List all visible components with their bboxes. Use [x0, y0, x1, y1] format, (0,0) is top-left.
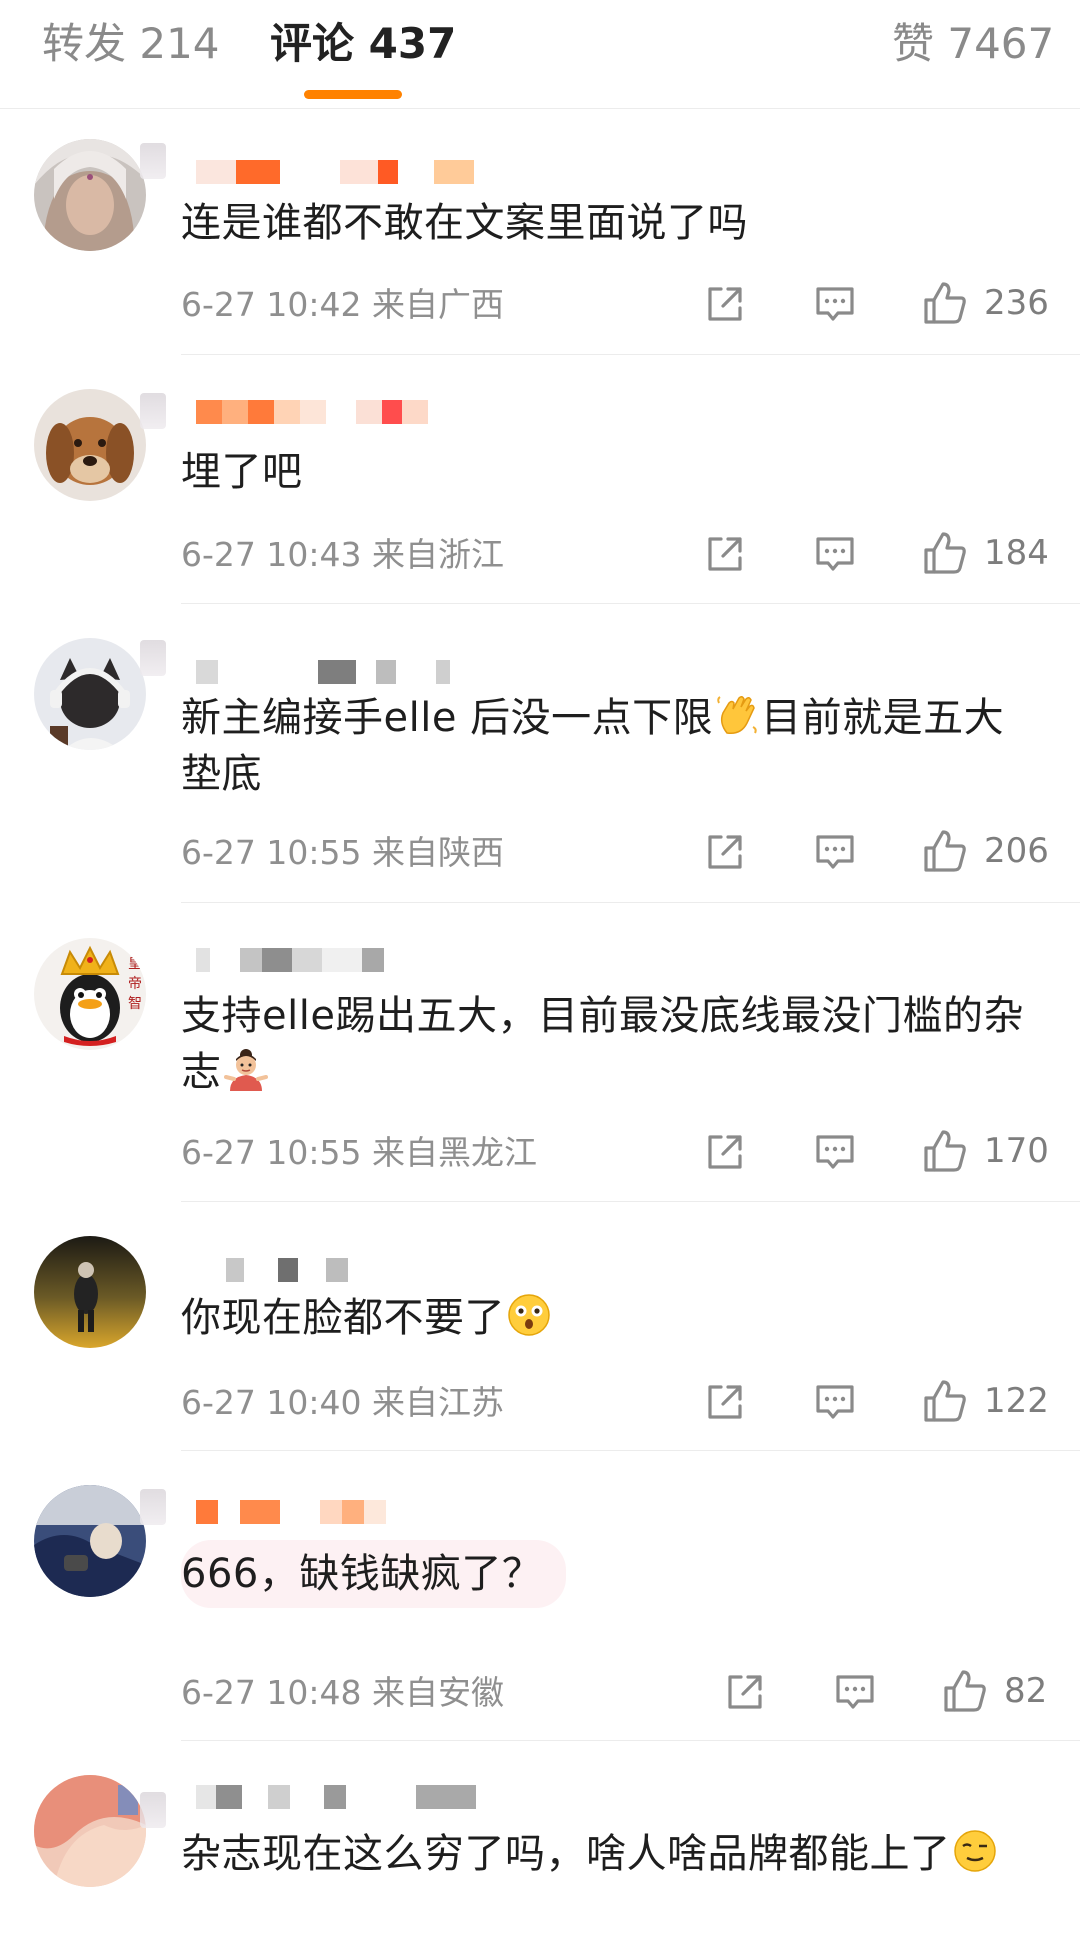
- reply-button[interactable]: [814, 533, 856, 575]
- share-button[interactable]: [704, 533, 746, 575]
- comment-text: 666，缺钱缺疯了？: [181, 1540, 567, 1608]
- comment-meta: 6-27 10:48 来自安徽: [181, 1673, 504, 1712]
- like-button[interactable]: 170: [922, 1128, 1049, 1174]
- waving-hand-emoji: [717, 695, 757, 735]
- comment-text: 支持elle踢出五大，目前最没底线最没门槛的杂志: [181, 988, 1041, 1100]
- comment-text-part: 支持elle踢出五大，目前最没底线最没门槛的杂志: [181, 993, 1024, 1095]
- svg-text:帝: 帝: [128, 976, 142, 992]
- thumbs-up-icon: [924, 282, 966, 324]
- share-button[interactable]: [704, 831, 746, 873]
- comment-text-part: 新主编接手elle 后没一点下限: [181, 695, 714, 741]
- like-button[interactable]: 236: [922, 280, 1049, 326]
- comment-text-part: 你现在脸都不要了: [181, 1295, 505, 1341]
- reply-icon: [816, 835, 854, 869]
- like-button[interactable]: 184: [922, 530, 1049, 576]
- share-button[interactable]: [704, 1131, 746, 1173]
- like-button[interactable]: 122: [922, 1378, 1049, 1424]
- reply-button[interactable]: [814, 831, 856, 873]
- comment-meta: 6-27 10:55 来自陕西: [181, 833, 504, 872]
- like-count: 184: [984, 533, 1049, 573]
- like-count: 206: [984, 831, 1049, 871]
- share-icon: [708, 1385, 742, 1419]
- divider: [181, 354, 1080, 355]
- like-count: 82: [1004, 1671, 1048, 1711]
- comment-text: 埋了吧: [181, 449, 303, 495]
- comment-text-part: 杂志现在这么穷了吗，啥人啥品牌都能上了: [181, 1831, 951, 1877]
- divider: [181, 1201, 1080, 1202]
- shrugging-girl-emoji: [223, 1049, 268, 1091]
- share-icon: [728, 1675, 762, 1709]
- comment-text: 你现在脸都不要了: [181, 1290, 1041, 1346]
- username-blur: [140, 640, 166, 676]
- share-icon: [708, 1135, 742, 1169]
- share-button[interactable]: [704, 283, 746, 325]
- reply-button[interactable]: [834, 1671, 876, 1713]
- svg-text:智: 智: [128, 996, 142, 1012]
- thumbs-up-icon: [944, 1670, 986, 1712]
- share-icon: [708, 287, 742, 321]
- reply-icon: [816, 1385, 854, 1419]
- like-count: 236: [984, 283, 1049, 323]
- reply-button[interactable]: [814, 1131, 856, 1173]
- share-icon: [708, 537, 742, 571]
- svg-text:皇: 皇: [128, 956, 142, 972]
- tab-comments[interactable]: 评论 437: [270, 16, 456, 72]
- avatar[interactable]: [34, 1775, 146, 1887]
- divider: [181, 1740, 1080, 1741]
- share-button[interactable]: [724, 1671, 766, 1713]
- thumbs-up-icon: [924, 532, 966, 574]
- username-blur[interactable]: [196, 400, 428, 424]
- divider: [181, 1450, 1080, 1451]
- comment-meta: 6-27 10:43 来自浙江: [181, 535, 504, 574]
- like-count: 170: [984, 1131, 1049, 1171]
- username-blur: [140, 393, 166, 429]
- reply-icon: [816, 537, 854, 571]
- comment-text: 连是谁都不敢在文案里面说了吗: [181, 200, 748, 246]
- thumbs-up-icon: [924, 830, 966, 872]
- username-blur[interactable]: [196, 948, 384, 972]
- astonished-face-emoji: [508, 1294, 550, 1336]
- avatar[interactable]: [34, 1236, 146, 1348]
- divider: [181, 603, 1080, 604]
- username-blur[interactable]: [196, 1258, 348, 1282]
- avatar[interactable]: 皇 帝 智: [34, 938, 146, 1050]
- like-button[interactable]: 206: [922, 828, 1049, 874]
- divider: [181, 902, 1080, 903]
- comment-meta: 6-27 10:42 来自广西: [181, 285, 504, 324]
- comment-meta: 6-27 10:40 来自江苏: [181, 1383, 504, 1422]
- username-blur[interactable]: [196, 160, 474, 184]
- username-blur[interactable]: [196, 660, 450, 684]
- tab-repost[interactable]: 转发 214: [42, 16, 220, 72]
- username-blur[interactable]: [196, 1785, 476, 1809]
- thumbs-up-icon: [924, 1380, 966, 1422]
- avatar[interactable]: [34, 1485, 146, 1597]
- username-blur: [140, 143, 166, 179]
- like-count: 122: [984, 1381, 1049, 1421]
- reply-button[interactable]: [814, 1381, 856, 1423]
- active-tab-indicator: [304, 90, 402, 99]
- wink-face-emoji: [953, 1830, 996, 1872]
- comment-text: 新主编接手elle 后没一点下限 目前就是五大垫底: [181, 690, 1041, 802]
- reply-icon: [816, 287, 854, 321]
- share-icon: [708, 835, 742, 869]
- comment-text: 杂志现在这么穷了吗，啥人啥品牌都能上了: [181, 1826, 1041, 1882]
- tab-likes[interactable]: 赞 7467: [892, 16, 1054, 72]
- username-blur: [140, 1489, 166, 1525]
- reply-icon: [816, 1135, 854, 1169]
- avatar[interactable]: [34, 638, 146, 750]
- like-button[interactable]: 82: [942, 1668, 1047, 1714]
- avatar[interactable]: [34, 389, 146, 501]
- reply-icon: [836, 1675, 874, 1709]
- avatar[interactable]: [34, 139, 146, 251]
- share-button[interactable]: [704, 1381, 746, 1423]
- comment-tab-bar: 转发 214 评论 437 赞 7467: [0, 0, 1080, 109]
- username-blur: [140, 1792, 166, 1828]
- comment-meta: 6-27 10:55 来自黑龙江: [181, 1133, 537, 1172]
- username-blur[interactable]: [196, 1500, 386, 1524]
- reply-button[interactable]: [814, 283, 856, 325]
- thumbs-up-icon: [924, 1130, 966, 1172]
